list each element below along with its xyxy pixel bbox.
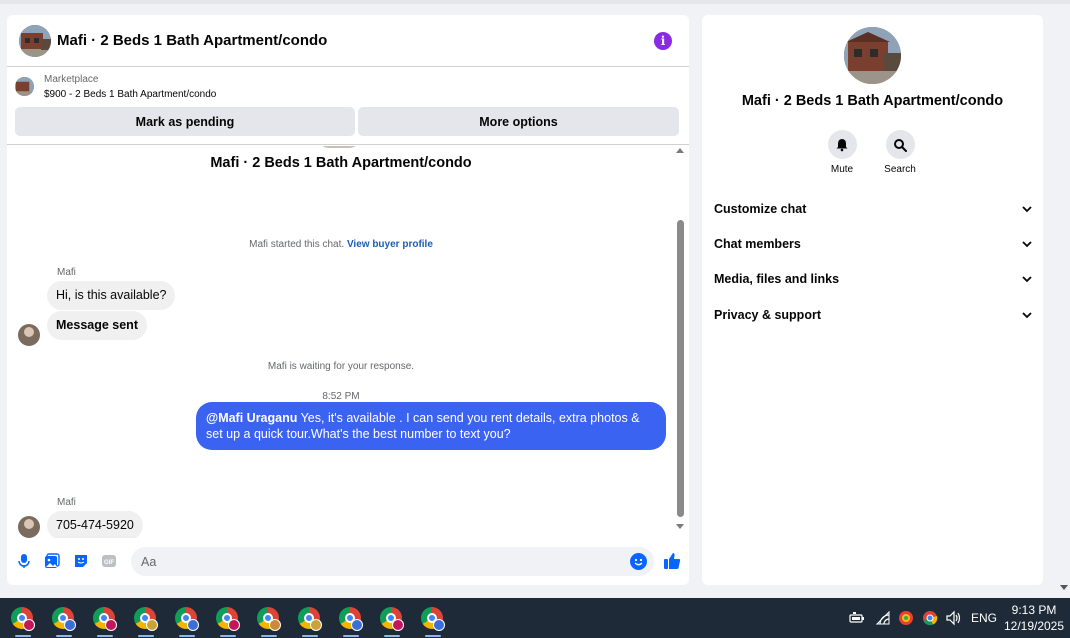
- chrome-taskbar-button[interactable]: [174, 606, 200, 637]
- sticker-icon[interactable]: [73, 553, 89, 569]
- section-label: Customize chat: [714, 202, 807, 216]
- bell-icon: [836, 138, 848, 151]
- sender-name: Mafi: [57, 267, 76, 278]
- started-text: Mafi started this chat.: [249, 239, 345, 250]
- view-buyer-profile-link[interactable]: View buyer profile: [347, 239, 433, 250]
- message-timestamp: 8:52 PM: [322, 391, 360, 402]
- search-action[interactable]: Search: [880, 130, 920, 175]
- chrome-taskbar-button[interactable]: [297, 606, 323, 637]
- listing-thumbnail[interactable]: [15, 77, 34, 96]
- chat-title[interactable]: Mafi · 2 Beds 1 Bath Apartment/condo: [57, 32, 327, 49]
- scroll-down-arrow[interactable]: [676, 524, 684, 529]
- message-thread: Mafi · 2 Beds 1 Bath Apartment/condo Maf…: [7, 146, 675, 538]
- incoming-message[interactable]: 705-474-5920: [47, 511, 143, 538]
- chrome-taskbar-button[interactable]: [256, 606, 282, 637]
- listing-avatar-large[interactable]: [844, 27, 901, 84]
- info-icon[interactable]: i: [654, 32, 672, 50]
- incoming-message[interactable]: Message sent: [47, 311, 147, 340]
- page-scroll-down-arrow[interactable]: [1060, 585, 1068, 590]
- section-media-files-links[interactable]: Media, files and links: [714, 269, 1032, 289]
- message-input-box: [131, 547, 654, 576]
- mark-as-pending-button[interactable]: Mark as pending: [15, 107, 355, 136]
- chat-panel: Mafi · 2 Beds 1 Bath Apartment/condo i M…: [7, 15, 689, 585]
- chevron-down-icon: [1022, 241, 1032, 248]
- chrome-taskbar-button[interactable]: [215, 606, 241, 637]
- section-chat-members[interactable]: Chat members: [714, 234, 1032, 254]
- chrome-taskbar-button[interactable]: [92, 606, 118, 637]
- chevron-down-icon: [1022, 312, 1032, 319]
- listing-price-title[interactable]: $900 - 2 Beds 1 Bath Apartment/condo: [44, 89, 216, 100]
- clock-time: 9:13 PM: [1011, 603, 1057, 617]
- message-composer: GIF: [7, 543, 689, 579]
- conversation-avatar: [317, 146, 361, 148]
- system-message-waiting: Mafi is waiting for your response.: [267, 361, 415, 372]
- chevron-down-icon: [1022, 276, 1032, 283]
- panel-title: Mafi · 2 Beds 1 Bath Apartment/condo: [741, 93, 1004, 109]
- chrome-tray-icon[interactable]: [922, 610, 938, 626]
- outgoing-message[interactable]: @Mafi Uraganu Yes, it's available . I ca…: [196, 402, 666, 450]
- incoming-message[interactable]: Hi, is this available?: [47, 281, 176, 310]
- section-label: Chat members: [714, 237, 801, 251]
- conversation-title: Mafi · 2 Beds 1 Bath Apartment/condo: [210, 155, 472, 171]
- scroll-up-arrow[interactable]: [676, 148, 684, 153]
- volume-icon[interactable]: [945, 610, 961, 626]
- chrome-taskbar-button[interactable]: [51, 606, 77, 637]
- search-label: Search: [884, 164, 916, 175]
- app-tray-icon[interactable]: [898, 610, 914, 626]
- sender-name: Mafi: [57, 497, 76, 508]
- message-input[interactable]: [131, 547, 611, 576]
- listing-bar: Marketplace $900 - 2 Beds 1 Bath Apartme…: [7, 68, 689, 145]
- system-message-started: Mafi started this chat. View buyer profi…: [7, 239, 675, 250]
- section-privacy-support[interactable]: Privacy & support: [714, 305, 1032, 325]
- gif-icon[interactable]: GIF: [101, 553, 117, 569]
- mention-tag[interactable]: @Mafi Uraganu: [206, 411, 297, 425]
- chrome-taskbar-button[interactable]: [10, 606, 36, 637]
- section-label: Privacy & support: [714, 308, 821, 322]
- section-customize-chat[interactable]: Customize chat: [714, 199, 1032, 219]
- chrome-taskbar-button[interactable]: [379, 606, 405, 637]
- svg-text:GIF: GIF: [104, 560, 114, 566]
- search-icon: [894, 138, 907, 152]
- battery-icon[interactable]: [849, 610, 865, 626]
- chat-info-panel: Mafi · 2 Beds 1 Bath Apartment/condo Mut…: [702, 15, 1043, 585]
- input-language[interactable]: ENG: [971, 611, 997, 625]
- chrome-taskbar-button[interactable]: [420, 606, 446, 637]
- system-clock[interactable]: 9:13 PM 12/19/2025: [1003, 602, 1065, 634]
- more-options-button[interactable]: More options: [358, 107, 679, 136]
- scrollbar-thumb[interactable]: [677, 220, 684, 517]
- like-icon[interactable]: [662, 551, 682, 571]
- listing-avatar[interactable]: [19, 24, 51, 57]
- chat-header: Mafi · 2 Beds 1 Bath Apartment/condo i: [7, 15, 689, 67]
- clock-date: 12/19/2025: [1003, 619, 1065, 633]
- chevron-down-icon: [1022, 206, 1032, 213]
- photo-icon[interactable]: [44, 553, 60, 569]
- wifi-icon[interactable]: [875, 610, 891, 626]
- chrome-taskbar-button[interactable]: [338, 606, 364, 637]
- sender-avatar[interactable]: [18, 324, 40, 346]
- section-label: Media, files and links: [714, 272, 840, 286]
- chrome-taskbar-button[interactable]: [133, 606, 159, 637]
- emoji-icon[interactable]: [630, 553, 647, 570]
- mute-action[interactable]: Mute: [822, 130, 862, 175]
- windows-taskbar: ENG 9:13 PM 12/19/2025: [0, 598, 1070, 638]
- mute-label: Mute: [830, 164, 854, 175]
- listing-source: Marketplace: [44, 74, 99, 85]
- microphone-icon[interactable]: [16, 553, 32, 569]
- window-top-edge: [0, 0, 1070, 4]
- sender-avatar[interactable]: [18, 516, 40, 538]
